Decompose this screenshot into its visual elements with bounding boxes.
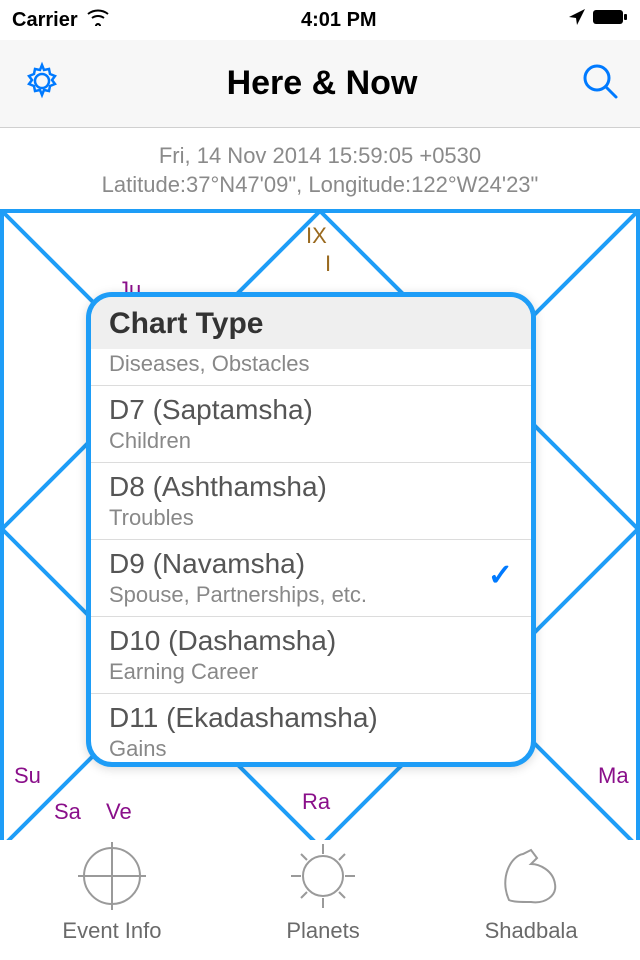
item-title: D7 (Saptamsha)	[109, 394, 513, 426]
search-button[interactable]	[580, 61, 620, 106]
tab-label: Event Info	[62, 918, 161, 944]
nav-bar: Here & Now	[0, 40, 640, 128]
info-location: Latitude:37°N47'09", Longitude:122°W24'2…	[10, 171, 630, 200]
status-time: 4:01 PM	[301, 9, 377, 32]
list-item[interactable]: D7 (Saptamsha) Children	[91, 386, 531, 463]
planet-sa: Sa	[54, 799, 81, 825]
crosshair-icon	[76, 840, 148, 912]
popup-title: Chart Type	[91, 297, 531, 349]
planet-ra: Ra	[302, 789, 330, 815]
item-sub: Troubles	[109, 505, 513, 531]
item-title: D10 (Dashamsha)	[109, 625, 513, 657]
muscle-icon	[495, 840, 567, 912]
wifi-icon	[86, 8, 110, 32]
settings-button[interactable]	[20, 59, 64, 108]
tab-bar: Event Info Planets Shadbala	[0, 840, 640, 960]
page-title: Here & Now	[227, 64, 418, 103]
search-icon	[580, 61, 620, 101]
list-item[interactable]: D11 (Ekadashamsha) Gains	[91, 694, 531, 762]
chart-type-popup: Chart Type Diseases, Obstacles D7 (Sapta…	[86, 292, 536, 767]
status-left: Carrier	[12, 8, 110, 32]
tab-label: Planets	[286, 918, 359, 944]
house-label-ix: IX	[306, 223, 327, 249]
tab-label: Shadbala	[485, 918, 578, 944]
item-sub: Gains	[109, 736, 513, 762]
item-sub: Spouse, Partnerships, etc.	[109, 582, 513, 608]
item-sub: Diseases, Obstacles	[109, 351, 513, 377]
info-datetime: Fri, 14 Nov 2014 15:59:05 +0530	[10, 142, 630, 171]
planet-ma: Ma	[598, 763, 629, 789]
house-label-i: I	[325, 251, 331, 277]
popup-list[interactable]: Diseases, Obstacles D7 (Saptamsha) Child…	[91, 349, 531, 762]
status-right	[568, 8, 628, 32]
location-icon	[568, 8, 586, 32]
item-sub: Children	[109, 428, 513, 454]
status-bar: Carrier 4:01 PM	[0, 0, 640, 40]
checkmark-icon: ✓	[488, 558, 513, 593]
item-title: D9 (Navamsha)	[109, 548, 513, 580]
planet-su: Su	[14, 763, 41, 789]
tab-planets[interactable]: Planets	[286, 840, 359, 944]
planet-ve: Ve	[106, 799, 132, 825]
carrier-label: Carrier	[12, 9, 78, 32]
gear-icon	[20, 59, 64, 103]
tab-shadbala[interactable]: Shadbala	[485, 840, 578, 944]
chart-info: Fri, 14 Nov 2014 15:59:05 +0530 Latitude…	[0, 128, 640, 209]
list-item[interactable]: D8 (Ashthamsha) Troubles	[91, 463, 531, 540]
item-sub: Earning Career	[109, 659, 513, 685]
list-item[interactable]: D9 (Navamsha) Spouse, Partnerships, etc.…	[91, 540, 531, 617]
item-title: D11 (Ekadashamsha)	[109, 702, 513, 734]
battery-icon	[592, 8, 628, 32]
list-item[interactable]: Diseases, Obstacles	[91, 351, 531, 386]
list-item[interactable]: D10 (Dashamsha) Earning Career	[91, 617, 531, 694]
item-title: D8 (Ashthamsha)	[109, 471, 513, 503]
tab-event-info[interactable]: Event Info	[62, 840, 161, 944]
sun-icon	[287, 840, 359, 912]
